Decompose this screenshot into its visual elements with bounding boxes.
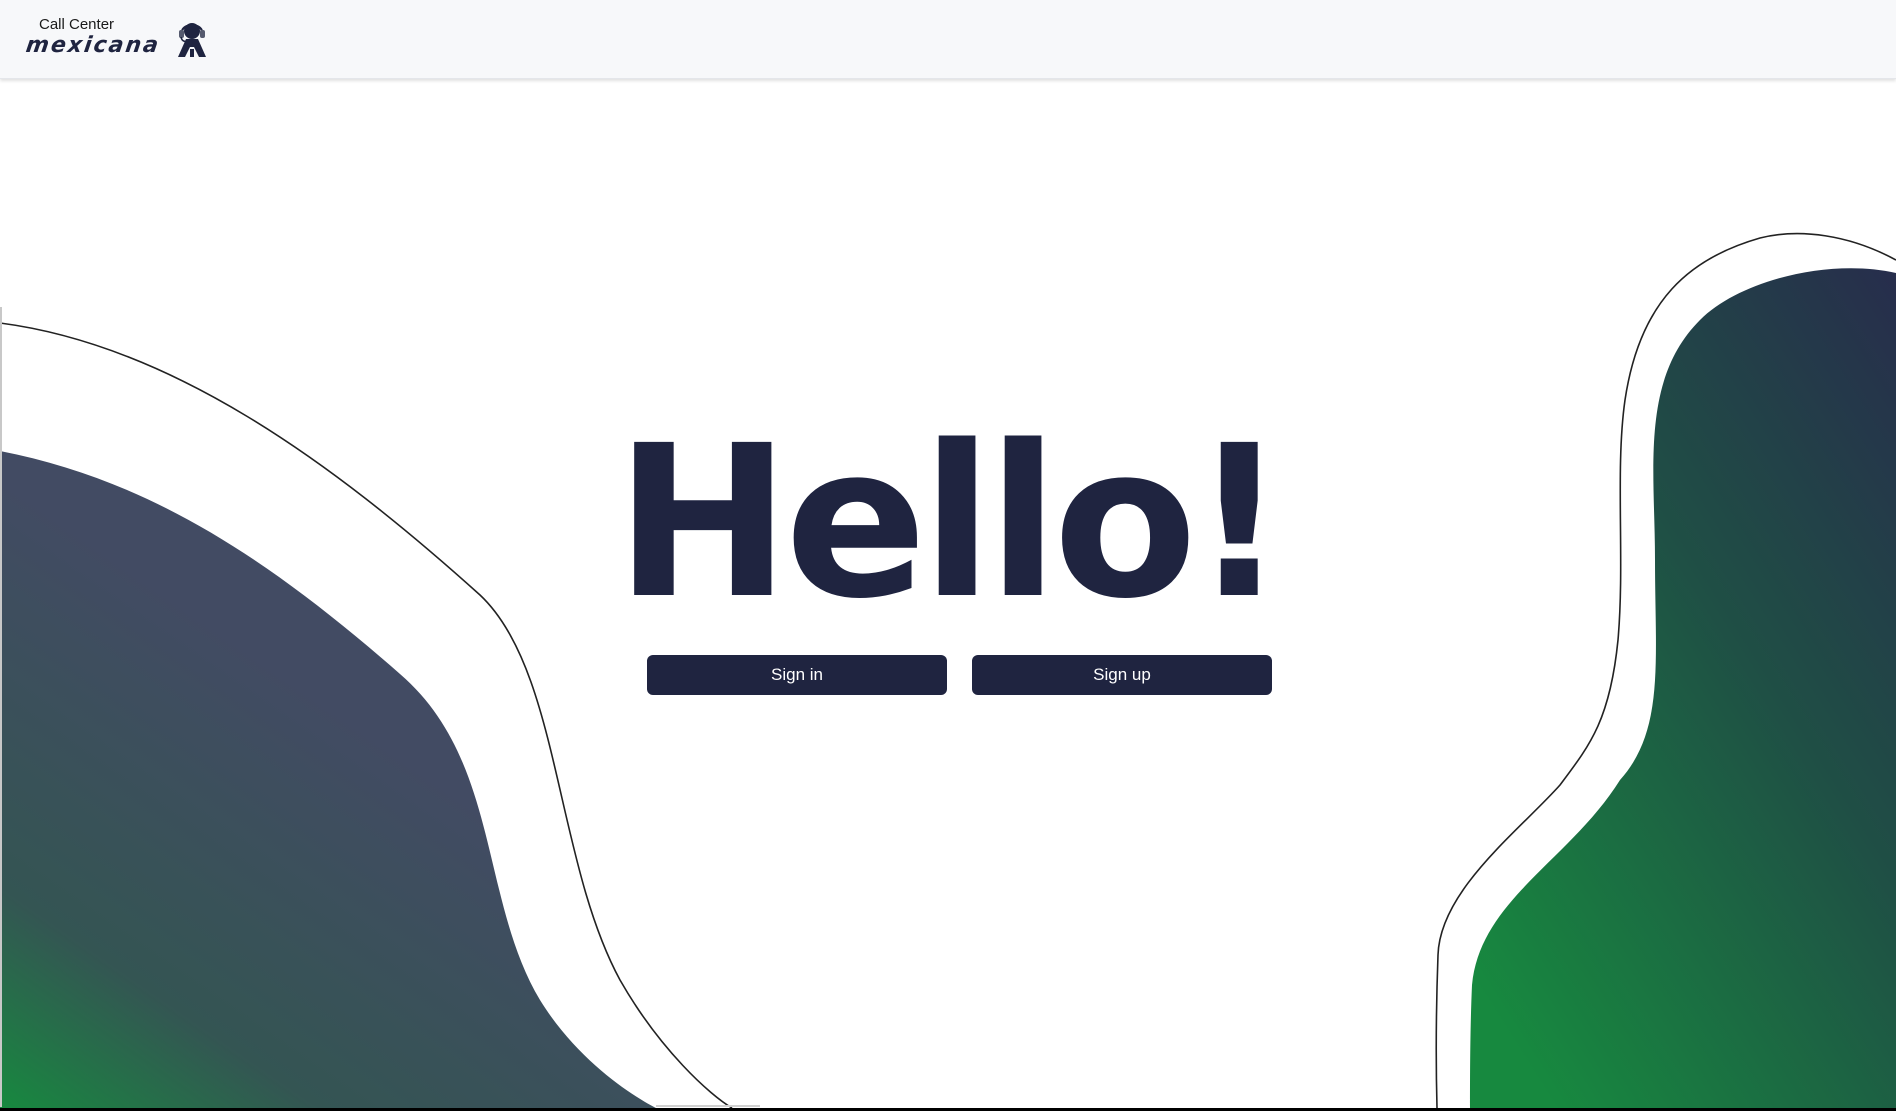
sign-in-button[interactable]: Sign in — [647, 655, 947, 695]
sign-up-button[interactable]: Sign up — [972, 655, 1272, 695]
top-header: Call Center mexicana — [0, 0, 1896, 79]
left-edge-line — [0, 307, 2, 1107]
brand-logo[interactable]: Call Center mexicana — [24, 16, 212, 58]
auth-buttons: Sign in Sign up — [647, 655, 1272, 695]
brand-name: mexicana — [24, 33, 162, 58]
brand-subtitle: Call Center — [39, 16, 115, 33]
brand-text: Call Center mexicana — [24, 16, 162, 58]
main-content: Hello! Sign in Sign up — [0, 0, 1896, 1111]
hello-heading: Hello! — [614, 400, 1287, 645]
headset-agent-icon — [177, 23, 206, 57]
landing-page: Call Center mexicana Hello! Sign in Sign… — [0, 0, 1896, 1111]
